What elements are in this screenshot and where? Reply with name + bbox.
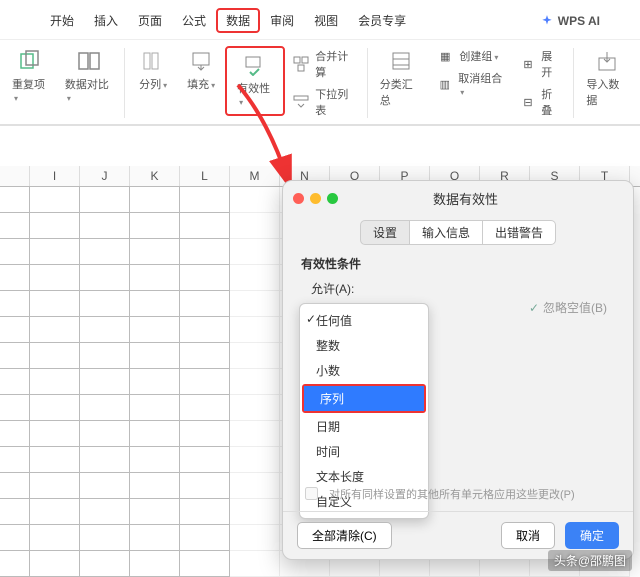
fill-icon — [190, 50, 212, 72]
dialog-title: 数据有效性 — [308, 189, 623, 208]
ungroup-icon: ▥ — [437, 76, 452, 92]
ignore-blank-checkbox[interactable]: 忽略空值(B) — [529, 299, 607, 316]
btn-validity[interactable]: 有效性 — [229, 50, 281, 112]
btn-subtotal-label: 分类汇总 — [380, 76, 422, 108]
btn-compare[interactable]: 数据对比 — [57, 46, 120, 108]
highlight-validity: 有效性 — [225, 46, 285, 116]
split-icon — [142, 50, 164, 72]
opt-any[interactable]: 任何值 — [300, 308, 428, 333]
consolidate-icon — [293, 56, 309, 72]
menu-bar: 开始 插入 页面 公式 数据 审阅 视图 会员专享 WPS AI — [0, 0, 640, 40]
btn-dropdown-list[interactable]: 下拉列表 — [285, 84, 363, 120]
btn-duplicates-label: 重复项 — [12, 76, 49, 104]
tab-settings[interactable]: 设置 — [360, 220, 410, 245]
opt-integer[interactable]: 整数 — [300, 333, 428, 358]
apply-all-label: 对所有同样设置的其他所有单元格应用这些更改(P) — [329, 486, 575, 502]
section-criteria: 有效性条件 — [301, 255, 615, 272]
tab-input-msg[interactable]: 输入信息 — [410, 220, 483, 245]
expand-icon: ⊞ — [521, 56, 536, 72]
dialog-tabs: 设置 输入信息 出错警告 — [283, 220, 633, 245]
allow-label: 允许(A): — [311, 280, 615, 297]
wps-ai-badge[interactable]: WPS AI — [540, 14, 600, 28]
col-I[interactable]: I — [30, 166, 80, 186]
tab-error[interactable]: 出错警告 — [483, 220, 556, 245]
duplicates-icon — [19, 50, 41, 72]
collapse-icon: ⊟ — [521, 94, 536, 110]
menu-vip[interactable]: 会员专享 — [348, 8, 416, 33]
menu-review[interactable]: 审阅 — [260, 8, 304, 33]
btn-ungroup[interactable]: ▥取消组合 — [429, 68, 512, 100]
data-validation-dialog: 数据有效性 设置 输入信息 出错警告 有效性条件 允许(A): 忽略空值(B) … — [282, 180, 634, 560]
group-icon: ▦ — [437, 48, 453, 64]
close-icon[interactable] — [293, 193, 304, 204]
dialog-body: 有效性条件 允许(A): — [283, 255, 633, 297]
btn-import[interactable]: 导入数据 — [578, 46, 636, 112]
btn-compare-label: 数据对比 — [65, 76, 112, 104]
ok-button[interactable]: 确定 — [565, 522, 619, 549]
opt-time[interactable]: 时间 — [300, 439, 428, 464]
dropdown-icon — [293, 94, 309, 110]
btn-duplicates[interactable]: 重复项 — [4, 46, 57, 108]
compare-icon — [78, 50, 100, 72]
col-L[interactable]: L — [180, 166, 230, 186]
opt-sequence[interactable]: 序列 — [304, 386, 424, 411]
opt-decimal[interactable]: 小数 — [300, 358, 428, 383]
btn-split-label: 分列 — [139, 76, 167, 92]
validity-icon — [244, 54, 266, 76]
clear-all-button[interactable]: 全部清除(C) — [297, 522, 392, 549]
menu-formula[interactable]: 公式 — [172, 8, 216, 33]
btn-consolidate[interactable]: 合并计算 — [285, 46, 363, 82]
btn-group[interactable]: ▦创建组 — [429, 46, 512, 66]
col-M[interactable]: M — [230, 166, 280, 186]
btn-expand[interactable]: ⊞展开 — [513, 46, 570, 82]
btn-fill-label: 填充 — [187, 76, 215, 92]
menu-data[interactable]: 数据 — [216, 8, 260, 33]
btn-fill[interactable]: 填充 — [177, 46, 225, 96]
apply-all-row[interactable]: 对所有同样设置的其他所有单元格应用这些更改(P) — [301, 484, 615, 503]
dialog-titlebar: 数据有效性 — [283, 181, 633, 216]
watermark: 头条@邵鹏图 — [548, 550, 632, 571]
import-icon — [596, 50, 618, 72]
col-J[interactable]: J — [80, 166, 130, 186]
btn-subtotal[interactable]: 分类汇总 — [372, 46, 430, 112]
btn-collapse[interactable]: ⊟折叠 — [513, 84, 570, 120]
menu-start[interactable]: 开始 — [40, 8, 84, 33]
btn-validity-label: 有效性 — [237, 80, 273, 108]
btn-import-label: 导入数据 — [586, 76, 628, 108]
btn-dropdown-label: 下拉列表 — [315, 86, 355, 118]
apply-all-checkbox[interactable] — [305, 487, 318, 500]
ai-icon — [540, 14, 554, 28]
menu-page[interactable]: 页面 — [128, 8, 172, 33]
cancel-button[interactable]: 取消 — [501, 522, 555, 549]
menu-view[interactable]: 视图 — [304, 8, 348, 33]
highlight-sequence: 序列 — [302, 384, 426, 413]
col-K[interactable]: K — [130, 166, 180, 186]
menu-insert[interactable]: 插入 — [84, 8, 128, 33]
subtotal-icon — [390, 50, 412, 72]
btn-consolidate-label: 合并计算 — [315, 48, 355, 80]
opt-date[interactable]: 日期 — [300, 414, 428, 439]
ribbon: 重复项 数据对比 分列 填充 有效性 合并计算 下拉列表 分类汇总 ▦创建组 — [0, 40, 640, 126]
wps-ai-label: WPS AI — [558, 14, 600, 28]
btn-split[interactable]: 分列 — [129, 46, 177, 96]
